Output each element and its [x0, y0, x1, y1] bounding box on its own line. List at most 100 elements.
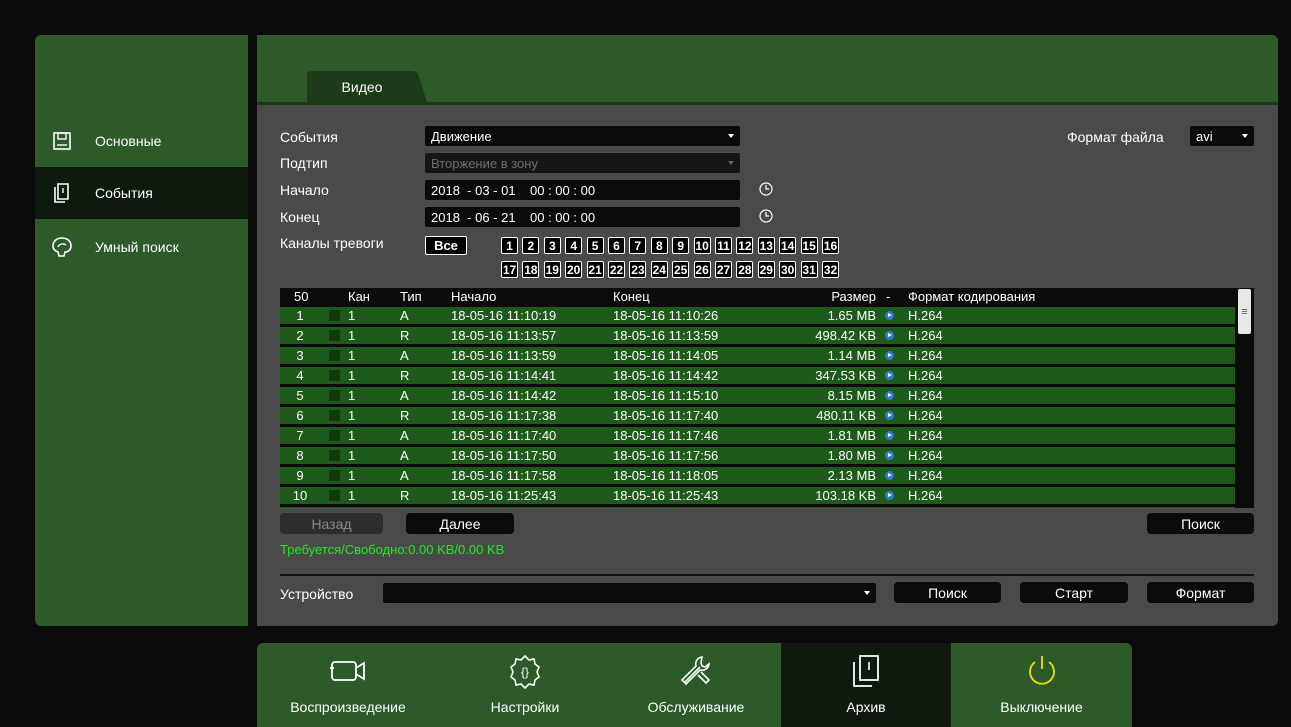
back-button[interactable]: Назад — [280, 513, 383, 534]
search-button[interactable]: Поиск — [1147, 513, 1254, 534]
row-select-checkbox[interactable] — [329, 390, 340, 401]
end-datetime-field[interactable]: 2018 - 06 - 21 00 : 00 : 00 — [425, 207, 740, 227]
divider — [280, 574, 1254, 576]
power-icon — [1022, 653, 1062, 689]
table-row[interactable]: 3 1 A 18-05-16 11:13:59 18-05-16 11:14:05 1.1… — [280, 347, 1235, 366]
nav-settings[interactable]: {} Настройки — [439, 643, 611, 727]
row-select-checkbox[interactable] — [329, 450, 340, 461]
play-icon[interactable] — [885, 471, 894, 480]
sidebar-item-events[interactable]: События — [35, 167, 248, 219]
tab-video[interactable]: Видео — [307, 71, 427, 102]
row-select-checkbox[interactable] — [329, 410, 340, 421]
all-channels-button[interactable]: Все — [425, 236, 467, 255]
cell-channel: 1 — [348, 408, 356, 423]
play-icon[interactable] — [885, 431, 894, 440]
device-select[interactable] — [383, 583, 876, 603]
channel-button[interactable]: 18 — [522, 261, 540, 278]
cell-num: 8 — [296, 448, 304, 463]
channel-button[interactable]: 6 — [608, 237, 625, 254]
table-row[interactable]: 5 1 A 18-05-16 11:14:42 18-05-16 11:15:10 8.1… — [280, 387, 1235, 406]
row-select-checkbox[interactable] — [329, 370, 340, 381]
table-row[interactable]: 1 1 A 18-05-16 11:10:19 18-05-16 11:10:26 1.6… — [280, 307, 1235, 326]
channel-button[interactable]: 16 — [822, 237, 839, 254]
channel-button[interactable]: 25 — [672, 261, 690, 278]
cell-num: 4 — [296, 368, 304, 383]
channel-button[interactable]: 11 — [715, 237, 732, 254]
table-row[interactable]: 6 1 R 18-05-16 11:17:38 18-05-16 11:17:40 480… — [280, 407, 1235, 426]
next-button[interactable]: Далее — [406, 513, 514, 534]
nav-playback[interactable]: Воспроизведение — [257, 643, 439, 727]
channel-button[interactable]: 24 — [650, 261, 668, 278]
sidebar-item-main[interactable]: Основные — [35, 115, 248, 167]
channel-button[interactable]: 3 — [543, 237, 561, 254]
channel-button[interactable]: 21 — [586, 261, 604, 278]
channel-button[interactable]: 23 — [629, 261, 647, 278]
events-select[interactable]: Движение — [425, 126, 740, 146]
channel-button[interactable]: 1 — [501, 237, 518, 254]
subtype-select[interactable]: Вторжение в зону — [425, 153, 740, 173]
clock-icon[interactable] — [759, 182, 773, 196]
channel-button[interactable]: 4 — [565, 237, 583, 254]
channel-button[interactable]: 27 — [715, 261, 732, 278]
table-row[interactable]: 4 1 R 18-05-16 11:14:41 18-05-16 11:14:42 347… — [280, 367, 1235, 386]
channel-button[interactable]: 28 — [736, 261, 754, 278]
play-icon[interactable] — [885, 391, 894, 400]
channel-button[interactable]: 12 — [736, 237, 754, 254]
header-dash: - — [886, 289, 891, 304]
play-icon[interactable] — [885, 371, 894, 380]
file-format-select[interactable]: avi — [1190, 126, 1254, 146]
channel-button[interactable]: 31 — [800, 261, 818, 278]
cell-type: A — [400, 468, 409, 483]
start-button[interactable]: Старт — [1020, 582, 1128, 603]
play-icon[interactable] — [885, 351, 894, 360]
channel-button[interactable]: 22 — [608, 261, 625, 278]
subtype-label: Подтип — [280, 155, 328, 171]
start-datetime-field[interactable]: 2018 - 03 - 01 00 : 00 : 00 — [425, 180, 740, 200]
channel-button[interactable]: 14 — [779, 237, 797, 254]
device-search-button[interactable]: Поиск — [894, 582, 1001, 603]
nav-archive[interactable]: Архив — [781, 643, 951, 727]
row-select-checkbox[interactable] — [329, 470, 340, 481]
row-select-checkbox[interactable] — [329, 310, 340, 321]
channel-button[interactable]: 15 — [800, 237, 818, 254]
channel-button[interactable]: 13 — [757, 237, 775, 254]
channel-button[interactable]: 32 — [822, 261, 839, 278]
row-select-checkbox[interactable] — [329, 430, 340, 441]
table-scrollbar[interactable]: ≡ — [1237, 288, 1254, 508]
cell-type: A — [400, 448, 409, 463]
play-icon[interactable] — [885, 311, 894, 320]
cell-codec: H.264 — [908, 488, 943, 503]
channel-button[interactable]: 29 — [757, 261, 775, 278]
channel-button[interactable]: 19 — [543, 261, 561, 278]
row-select-checkbox[interactable] — [329, 350, 340, 361]
cell-num: 2 — [296, 328, 304, 343]
channel-button[interactable]: 9 — [672, 237, 690, 254]
nav-shutdown[interactable]: Выключение — [951, 643, 1132, 727]
channel-button[interactable]: 7 — [629, 237, 647, 254]
table-row[interactable]: 2 1 R 18-05-16 11:13:57 18-05-16 11:13:59 498… — [280, 327, 1235, 346]
format-button[interactable]: Формат — [1147, 582, 1254, 603]
nav-maintenance[interactable]: Обслуживание — [611, 643, 781, 727]
clock-icon[interactable] — [759, 209, 773, 223]
channel-button[interactable]: 30 — [779, 261, 797, 278]
channel-button[interactable]: 8 — [650, 237, 668, 254]
play-icon[interactable] — [885, 491, 894, 500]
sidebar-item-smart-search[interactable]: Умный поиск — [35, 221, 248, 273]
channel-button[interactable]: 20 — [565, 261, 583, 278]
channel-button[interactable]: 17 — [501, 261, 518, 278]
channel-button[interactable]: 5 — [586, 237, 604, 254]
play-icon[interactable] — [885, 451, 894, 460]
play-icon[interactable] — [885, 331, 894, 340]
table-row[interactable]: 7 1 A 18-05-16 11:17:40 18-05-16 11:17:46 1.8… — [280, 427, 1235, 446]
table-row[interactable]: 10 1 R 18-05-16 11:25:43 18-05-16 11:25:43 10… — [280, 487, 1235, 506]
play-icon[interactable] — [885, 411, 894, 420]
row-select-checkbox[interactable] — [329, 490, 340, 501]
scroll-thumb[interactable]: ≡ — [1238, 289, 1251, 334]
channel-button[interactable]: 2 — [522, 237, 540, 254]
table-row[interactable]: 9 1 A 18-05-16 11:17:58 18-05-16 11:18:05 2.1… — [280, 467, 1235, 486]
file-format-label: Формат файла — [1067, 129, 1164, 145]
channel-button[interactable]: 10 — [693, 237, 711, 254]
channel-button[interactable]: 26 — [693, 261, 711, 278]
row-select-checkbox[interactable] — [329, 330, 340, 341]
table-row[interactable]: 8 1 A 18-05-16 11:17:50 18-05-16 11:17:56 1.8… — [280, 447, 1235, 466]
